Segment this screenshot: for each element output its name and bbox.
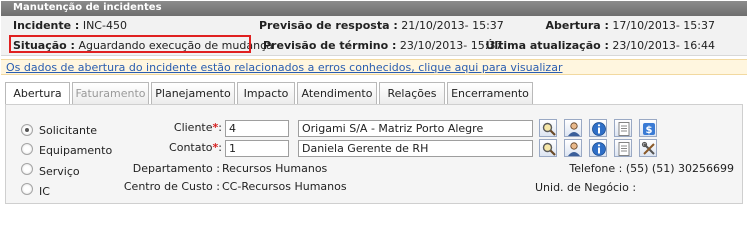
departamento-label: Departamento : bbox=[132, 162, 220, 175]
radio-label-servico: Serviço bbox=[39, 165, 80, 178]
telefone-label: Telefone : bbox=[569, 162, 623, 175]
cliente-id-input[interactable] bbox=[225, 120, 289, 137]
svg-text:$: $ bbox=[646, 125, 653, 136]
radio-ic[interactable] bbox=[21, 183, 33, 195]
contato-search-icon[interactable] bbox=[539, 139, 557, 157]
cliente-search-icon[interactable] bbox=[539, 119, 557, 137]
unid-negocio-label: Unid. de Negócio : bbox=[535, 181, 637, 194]
previsao-termino-label: Previsão de término : bbox=[263, 39, 397, 52]
centro-custo-value: CC-Recursos Humanos bbox=[222, 180, 347, 193]
cliente-label-text: Cliente bbox=[173, 121, 213, 134]
abertura-label: Abertura : bbox=[545, 19, 609, 32]
cliente-name-input[interactable] bbox=[298, 120, 533, 137]
telefone-field: Telefone : (55) (51) 30256699 bbox=[569, 162, 734, 175]
known-errors-link[interactable]: Os dados de abertura do incidente estão … bbox=[6, 61, 562, 74]
previsao-resposta-label: Previsão de resposta : bbox=[259, 19, 398, 32]
tab-abertura[interactable]: Abertura bbox=[5, 82, 70, 105]
unid-negocio-field: Unid. de Negócio : bbox=[535, 181, 636, 194]
telefone-value: (55) (51) 30256699 bbox=[625, 162, 734, 175]
previsao-resposta-value: 21/10/2013- 15:37 bbox=[401, 19, 504, 32]
contato-document-icon[interactable] bbox=[614, 139, 632, 157]
contato-user-icon[interactable] bbox=[564, 139, 582, 157]
abertura-panel: Solicitante Equipamento Serviço IC Clien… bbox=[5, 104, 743, 204]
cliente-label: Cliente*: bbox=[146, 121, 222, 134]
ultima-atualizacao-field: Última atualização : 23/10/2013- 16:44 bbox=[485, 39, 715, 52]
cliente-label-colon: : bbox=[218, 121, 222, 134]
cliente-user-icon[interactable] bbox=[564, 119, 582, 137]
contato-info-icon[interactable] bbox=[589, 139, 607, 157]
window-title: Manutenção de incidentes bbox=[1, 1, 747, 16]
tab-encerramento[interactable]: Encerramento bbox=[447, 82, 533, 104]
contato-label-colon: : bbox=[218, 141, 222, 154]
contato-id-input[interactable] bbox=[225, 140, 289, 157]
known-errors-alert: Os dados de abertura do incidente estão … bbox=[1, 59, 747, 75]
radio-label-ic: IC bbox=[39, 185, 50, 198]
incidente-value: INC-450 bbox=[82, 19, 127, 32]
contato-label: Contato*: bbox=[146, 141, 222, 154]
radio-solicitante[interactable] bbox=[21, 124, 33, 136]
cliente-currency-icon[interactable]: $ bbox=[639, 119, 657, 137]
incidente-label: Incidente : bbox=[13, 19, 80, 32]
centro-custo-label: Centro de Custo : bbox=[123, 180, 220, 193]
cliente-info-icon[interactable] bbox=[589, 119, 607, 137]
radio-servico[interactable] bbox=[21, 163, 33, 175]
contato-label-text: Contato bbox=[169, 141, 213, 154]
contato-name-input[interactable] bbox=[298, 140, 533, 157]
previsao-termino-field: Previsão de término : 23/10/2013- 15:37 bbox=[263, 39, 502, 52]
departamento-value: Recursos Humanos bbox=[222, 162, 328, 175]
tab-faturamento[interactable]: Faturamento bbox=[72, 82, 149, 104]
ultima-atualizacao-value: 23/10/2013- 16:44 bbox=[612, 39, 715, 52]
radio-label-solicitante: Solicitante bbox=[39, 124, 98, 137]
situacao-highlight-box bbox=[9, 35, 251, 53]
radio-equipamento[interactable] bbox=[21, 143, 33, 155]
tab-impacto[interactable]: Impacto bbox=[237, 82, 295, 104]
radio-label-equipamento: Equipamento bbox=[39, 144, 113, 157]
contato-tools-icon[interactable] bbox=[639, 139, 657, 157]
incident-summary: Incidente : INC-450 Situação : Aguardand… bbox=[1, 16, 747, 56]
tab-atendimento[interactable]: Atendimento bbox=[297, 82, 377, 104]
tab-relacoes[interactable]: Relações bbox=[379, 82, 445, 104]
previsao-resposta-field: Previsão de resposta : 21/10/2013- 15:37 bbox=[259, 19, 504, 32]
abertura-value: 17/10/2013- 15:37 bbox=[612, 19, 715, 32]
abertura-field: Abertura : 17/10/2013- 15:37 bbox=[545, 19, 715, 32]
incidente-field: Incidente : INC-450 bbox=[13, 19, 127, 32]
cliente-document-icon[interactable] bbox=[614, 119, 632, 137]
tab-planejamento[interactable]: Planejamento bbox=[151, 82, 235, 104]
ultima-atualizacao-label: Última atualização : bbox=[485, 39, 609, 52]
